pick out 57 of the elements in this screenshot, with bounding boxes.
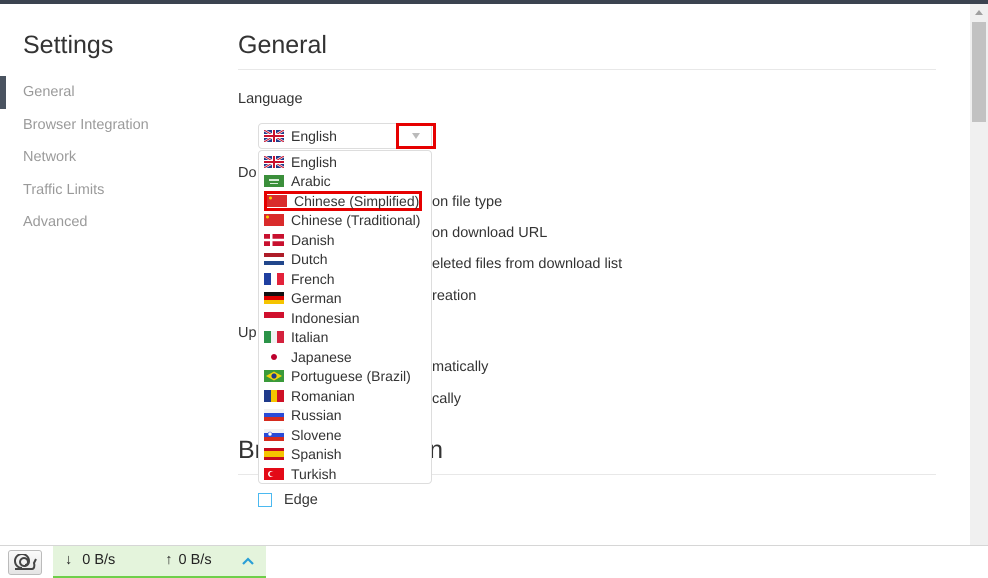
snail-button[interactable] (8, 550, 42, 574)
checkbox-label: Edge (284, 491, 318, 510)
expand-icon[interactable] (242, 556, 254, 564)
language-option[interactable]: Dutch (259, 250, 331, 269)
flag-icon (264, 292, 284, 304)
flag-icon (264, 234, 284, 246)
flag-icon (264, 253, 284, 266)
flag-icon (264, 156, 284, 168)
language-option[interactable]: Danish (259, 230, 338, 250)
language-option[interactable]: Spanish (259, 444, 345, 464)
flag-icon (264, 175, 284, 188)
flag-icon (264, 130, 284, 142)
caret-icon (412, 133, 420, 139)
language-option[interactable]: Chinese (Traditional) (259, 210, 424, 230)
selected-language: English (291, 126, 337, 146)
flag-icon (264, 331, 284, 344)
flag-icon (264, 468, 284, 480)
language-option[interactable]: Russian (259, 406, 345, 425)
language-option[interactable]: Chinese (Simplified) (264, 191, 422, 210)
scrollbar[interactable] (970, 4, 988, 545)
language-option[interactable]: Arabic (259, 172, 334, 191)
option-label: matically (432, 358, 488, 378)
language-select[interactable]: English (258, 123, 432, 149)
flag-icon (264, 448, 284, 460)
download-speed: 0 B/s (82, 550, 116, 570)
language-option[interactable]: Italian (259, 328, 332, 347)
language-option[interactable]: English (259, 152, 340, 172)
section-heading: Do (238, 165, 257, 181)
language-option[interactable]: Slovene (259, 425, 345, 444)
option-label: eleted files from download list (432, 255, 622, 274)
checkbox[interactable] (258, 493, 272, 508)
section-heading: Up (238, 324, 257, 341)
flag-icon (264, 272, 284, 285)
option-label: on file type (432, 192, 502, 212)
flag-icon (267, 194, 287, 207)
language-label: Language (238, 90, 304, 109)
language-option[interactable]: Indonesian (259, 308, 363, 328)
upload-arrow-icon: ↑ (165, 550, 173, 572)
download-arrow-icon: ↓ (65, 550, 72, 572)
flag-icon (264, 409, 284, 422)
option-label: cally (432, 390, 462, 409)
section-heading: General (238, 30, 936, 70)
snail-icon (13, 554, 37, 570)
language-option[interactable]: Portuguese (Brazil) (259, 366, 414, 386)
language-option[interactable]: Romanian (259, 386, 358, 406)
flag-icon (264, 428, 284, 441)
flag-icon (264, 390, 284, 402)
option-label: on download URL (432, 224, 548, 244)
language-option[interactable]: German (259, 288, 345, 308)
option-label: reation (432, 286, 476, 306)
flag-icon (264, 370, 284, 382)
language-option[interactable]: Turkish (259, 464, 340, 483)
flag-icon (264, 214, 284, 226)
upload-speed: 0 B/s (178, 550, 212, 570)
language-option[interactable]: Japanese (259, 347, 355, 366)
settings-title: Settings (22, 30, 114, 60)
language-option[interactable]: French (259, 269, 338, 288)
